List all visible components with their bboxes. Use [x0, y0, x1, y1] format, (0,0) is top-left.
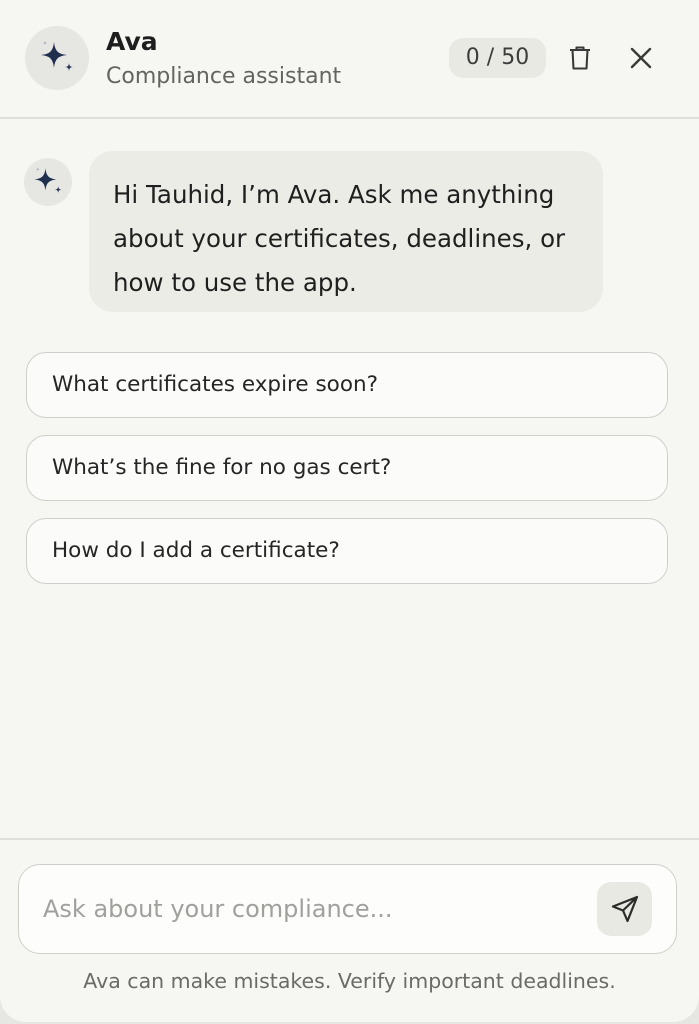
assistant-name: Ava: [106, 27, 158, 56]
chat-panel: Ava Compliance assistant 0 / 50 Hi Tauhi…: [0, 0, 699, 1022]
suggestion-chip-gas-cert-fine[interactable]: What’s the fine for no gas cert?: [26, 435, 668, 501]
sparkle-icon: [41, 41, 73, 71]
disclaimer-text: Ava can make mistakes. Verify important …: [83, 969, 616, 993]
message-line: how to use the app.: [113, 268, 357, 297]
assistant-avatar: [25, 26, 89, 90]
message-avatar: [24, 158, 72, 206]
message-composer: [18, 864, 677, 954]
divider: [0, 838, 699, 840]
clear-chat-button[interactable]: [560, 38, 600, 78]
send-button[interactable]: [597, 882, 652, 936]
assistant-message-bubble: Hi Tauhid, I’m Ava. Ask me anything abou…: [89, 151, 603, 312]
suggestion-chip-add-certificate[interactable]: How do I add a certificate?: [26, 518, 668, 584]
trash-icon: [570, 46, 590, 70]
close-icon: [630, 47, 652, 69]
message-line: about your certificates, deadlines, or: [113, 224, 566, 253]
sparkle-icon: [34, 167, 62, 194]
message-input[interactable]: [43, 887, 588, 931]
message-line: Hi Tauhid, I’m Ava. Ask me anything: [113, 180, 555, 209]
message-usage-badge: 0 / 50: [449, 38, 546, 78]
assistant-role: Compliance assistant: [106, 64, 342, 89]
close-chat-button[interactable]: [620, 38, 662, 78]
send-icon: [611, 895, 638, 923]
chat-header: Ava Compliance assistant 0 / 50: [0, 0, 699, 119]
suggestion-chip-expiring-certificates[interactable]: What certificates expire soon?: [26, 352, 668, 418]
